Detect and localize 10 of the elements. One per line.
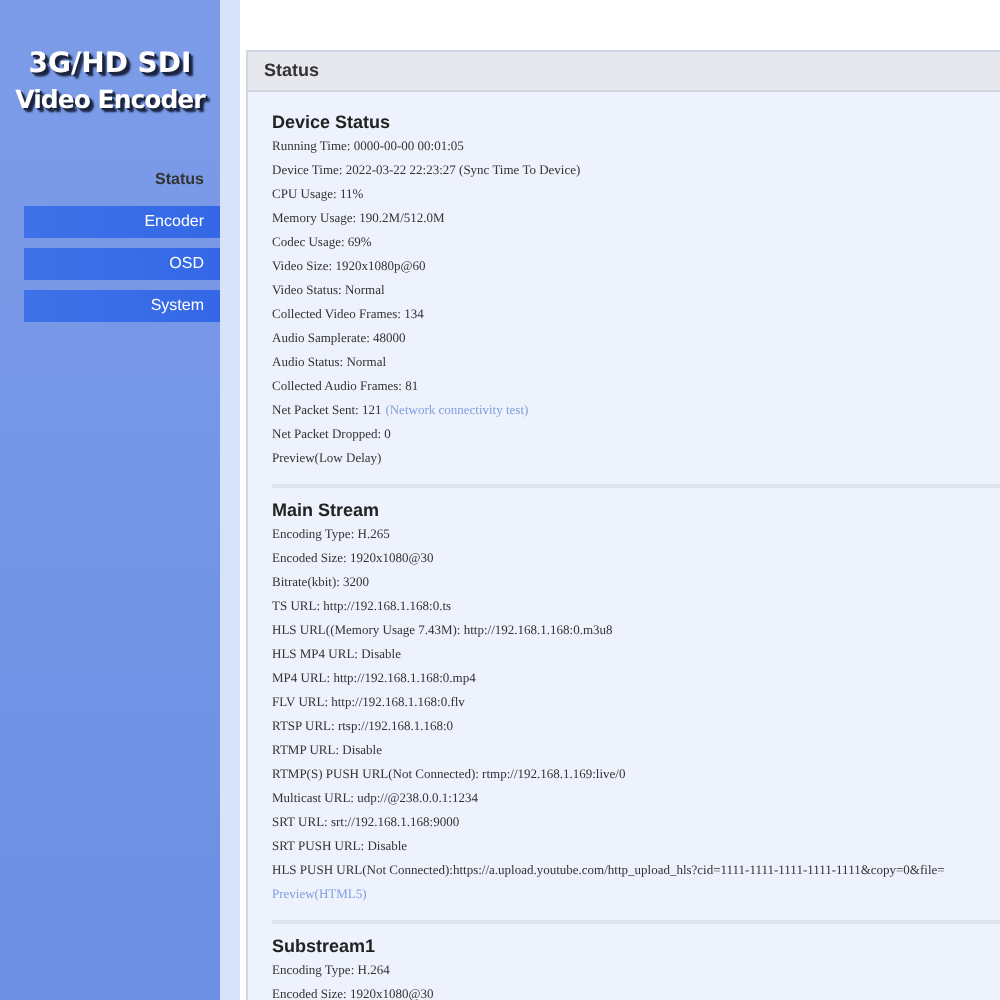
sidebar-item[interactable]: System <box>24 290 220 322</box>
sidebar-item[interactable]: Encoder <box>24 206 220 238</box>
logo-text: Video Encoder <box>15 84 205 116</box>
sidebar-item[interactable]: Status <box>24 164 220 196</box>
logo-text: 3G/HD SDI <box>28 48 192 80</box>
sidebar-item[interactable]: OSD <box>24 248 220 280</box>
panel-title: Status <box>264 57 320 84</box>
section-heading: Device Status <box>272 110 393 136</box>
section-heading: Substream1 <box>272 934 378 960</box>
section-heading: Main Stream <box>272 498 382 524</box>
